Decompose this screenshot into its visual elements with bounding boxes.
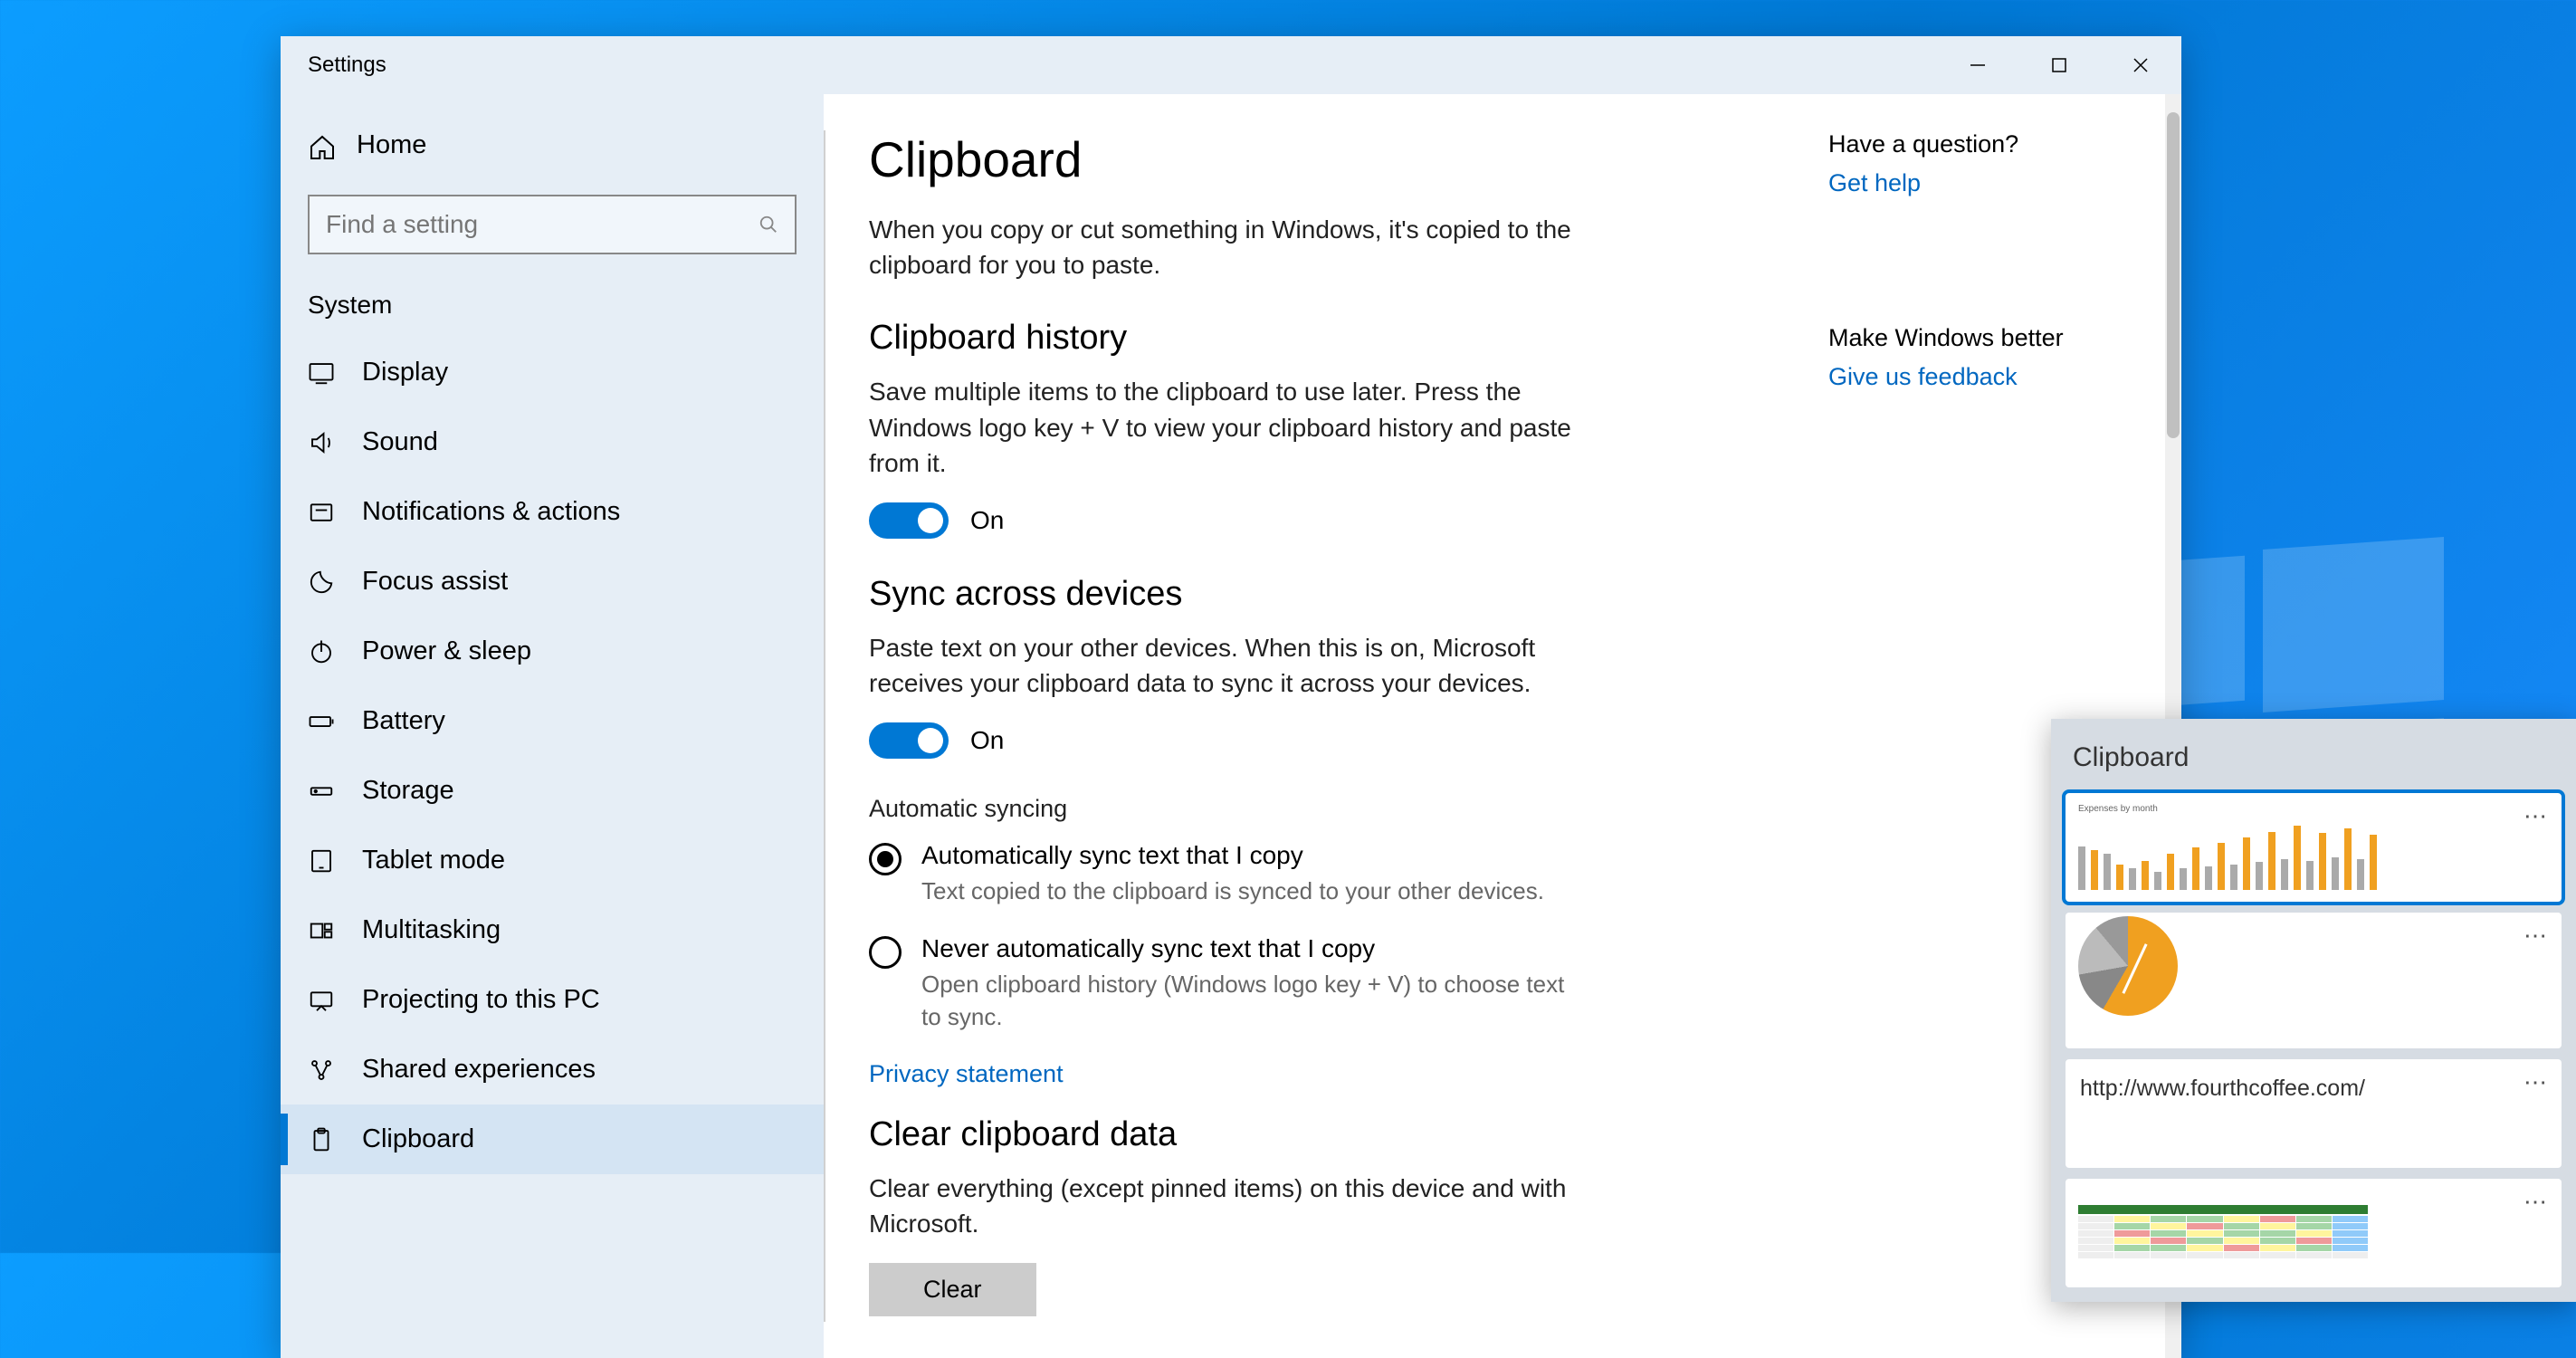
question-label: Have a question? — [1828, 130, 2100, 158]
flyout-title: Clipboard — [2073, 742, 2554, 773]
section-sync-title: Sync across devices — [869, 575, 1774, 614]
radio-never-sync[interactable]: Never automatically sync text that I cop… — [869, 934, 1774, 1032]
search-icon — [758, 215, 778, 234]
power-icon — [308, 638, 335, 665]
sidebar-item-storage[interactable]: Storage — [281, 756, 824, 826]
shared-experiences-icon — [308, 1057, 335, 1084]
settings-window: Settings Home — [281, 36, 2181, 1358]
nav-label: Battery — [362, 706, 445, 736]
search-field[interactable] — [326, 210, 758, 239]
make-better-label: Make Windows better — [1828, 324, 2100, 352]
clip-text: http://www.fourthcoffee.com/ — [2078, 1072, 2367, 1105]
nav-label: Sound — [362, 427, 438, 457]
storage-icon — [308, 778, 335, 805]
more-icon[interactable]: ⋯ — [2524, 922, 2549, 950]
category-label: System — [281, 282, 824, 338]
nav-label: Clipboard — [362, 1124, 474, 1154]
more-icon[interactable]: ⋯ — [2524, 802, 2549, 830]
search-input[interactable] — [308, 195, 797, 254]
clipboard-history-toggle[interactable] — [869, 502, 949, 539]
nav-label: Display — [362, 358, 448, 387]
scrollbar-thumb[interactable] — [2167, 112, 2180, 438]
toggle-state: On — [970, 726, 1004, 755]
close-button[interactable] — [2100, 36, 2181, 94]
sidebar-item-display[interactable]: Display — [281, 338, 824, 407]
section-history-desc: Save multiple items to the clipboard to … — [869, 374, 1593, 481]
option-desc: Text copied to the clipboard is synced t… — [921, 875, 1544, 907]
privacy-statement-link[interactable]: Privacy statement — [869, 1060, 1064, 1088]
battery-icon — [308, 708, 335, 735]
multitasking-icon — [308, 917, 335, 944]
sidebar-item-shared-experiences[interactable]: Shared experiences — [281, 1035, 824, 1105]
nav-label: Focus assist — [362, 567, 508, 597]
section-history-title: Clipboard history — [869, 319, 1774, 358]
toggle-state: On — [970, 506, 1004, 535]
tablet-icon — [308, 847, 335, 875]
option-label: Never automatically sync text that I cop… — [921, 934, 1573, 963]
sidebar-item-multitasking[interactable]: Multitasking — [281, 895, 824, 965]
option-label: Automatically sync text that I copy — [921, 841, 1544, 870]
home-button[interactable]: Home — [281, 112, 824, 178]
clipboard-item-url[interactable]: http://www.fourthcoffee.com/ ⋯ — [2066, 1059, 2562, 1168]
clipboard-item-chart[interactable]: Expenses by month ⋯ — [2066, 793, 2562, 902]
nav-label: Power & sleep — [362, 636, 531, 666]
main-content: Clipboard When you copy or cut something… — [824, 94, 2181, 1358]
more-icon[interactable]: ⋯ — [2524, 1188, 2549, 1216]
divider — [824, 130, 825, 1322]
sidebar-item-power-sleep[interactable]: Power & sleep — [281, 617, 824, 686]
get-help-link[interactable]: Get help — [1828, 169, 1921, 197]
clipboard-flyout: Clipboard Expenses by month — [2051, 719, 2576, 1302]
sidebar-item-notifications[interactable]: Notifications & actions — [281, 477, 824, 547]
bar-chart-preview: Expenses by month — [2078, 806, 2386, 887]
nav-label: Projecting to this PC — [362, 985, 600, 1015]
section-clear-title: Clear clipboard data — [869, 1115, 1774, 1154]
radio-button-icon — [869, 936, 902, 969]
nav-label: Storage — [362, 776, 454, 806]
clipboard-item-pie[interactable]: ⋯ — [2066, 913, 2562, 1048]
maximize-button[interactable] — [2018, 36, 2100, 94]
display-icon — [308, 359, 335, 387]
radio-button-icon — [869, 843, 902, 875]
sidebar: Home System Display Sound Notifications … — [281, 94, 824, 1358]
intro-text: When you copy or cut something in Window… — [869, 212, 1593, 282]
pie-chart-preview — [2078, 925, 2386, 1007]
home-label: Home — [357, 130, 426, 160]
sidebar-item-clipboard[interactable]: Clipboard — [281, 1105, 824, 1174]
sidebar-item-tablet-mode[interactable]: Tablet mode — [281, 826, 824, 895]
page-title: Clipboard — [869, 130, 1774, 188]
nav-label: Multitasking — [362, 915, 501, 945]
more-icon[interactable]: ⋯ — [2524, 1068, 2549, 1096]
titlebar[interactable]: Settings — [281, 36, 2181, 94]
focus-assist-icon — [308, 569, 335, 596]
option-desc: Open clipboard history (Windows logo key… — [921, 969, 1573, 1032]
clipboard-icon — [308, 1126, 335, 1153]
nav-label: Notifications & actions — [362, 497, 620, 527]
sound-icon — [308, 429, 335, 456]
sidebar-item-focus-assist[interactable]: Focus assist — [281, 547, 824, 617]
app-name: Settings — [308, 53, 386, 78]
sidebar-item-projecting[interactable]: Projecting to this PC — [281, 965, 824, 1035]
feedback-link[interactable]: Give us feedback — [1828, 363, 2018, 391]
sidebar-item-battery[interactable]: Battery — [281, 686, 824, 756]
nav-label: Tablet mode — [362, 846, 505, 875]
sidebar-item-sound[interactable]: Sound — [281, 407, 824, 477]
home-icon — [308, 133, 333, 158]
notifications-icon — [308, 499, 335, 526]
section-clear-desc: Clear everything (except pinned items) o… — [869, 1171, 1593, 1241]
projecting-icon — [308, 987, 335, 1014]
sync-toggle[interactable] — [869, 722, 949, 759]
minimize-button[interactable] — [1937, 36, 2018, 94]
clear-button[interactable]: Clear — [869, 1263, 1036, 1316]
section-sync-desc: Paste text on your other devices. When t… — [869, 630, 1593, 701]
clipboard-item-spreadsheet[interactable]: ⋯ — [2066, 1179, 2562, 1287]
spreadsheet-preview — [2078, 1191, 2386, 1273]
nav-label: Shared experiences — [362, 1055, 596, 1085]
radio-auto-sync[interactable]: Automatically sync text that I copy Text… — [869, 841, 1774, 907]
automatic-syncing-label: Automatic syncing — [869, 795, 1774, 823]
